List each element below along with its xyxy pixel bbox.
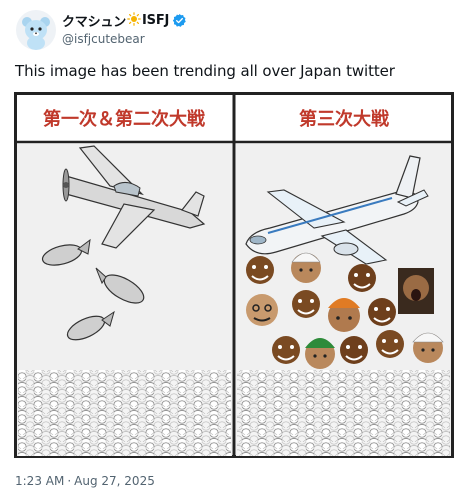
right-panel-title: 第三次大戦 bbox=[299, 108, 390, 130]
face-sticker-icon bbox=[340, 336, 368, 364]
author-handle[interactable]: @isfjcutebear bbox=[62, 32, 187, 46]
display-name[interactable]: クマシュン ISFJ bbox=[62, 11, 187, 30]
display-name-part: クマシュン bbox=[62, 14, 127, 30]
left-panel-title: 第一次＆第二次大戦 bbox=[43, 108, 206, 130]
crowd-illustration bbox=[18, 370, 231, 456]
separator-dot: · bbox=[67, 474, 72, 488]
face-sticker-icon bbox=[272, 336, 300, 364]
face-sticker-icon bbox=[348, 264, 376, 292]
face-sticker-icon bbox=[368, 298, 396, 326]
verified-check-icon bbox=[172, 13, 187, 28]
face-sticker-icon bbox=[376, 330, 404, 358]
tweet-image[interactable]: 第一次＆第二次大戦 第三次大戦 bbox=[14, 92, 454, 458]
display-name-part: ISFJ bbox=[142, 12, 170, 28]
face-sticker-icon bbox=[412, 332, 444, 363]
face-sticker-icon bbox=[246, 256, 274, 284]
author-block: クマシュン ISFJ @isfjcutebear bbox=[62, 11, 187, 46]
author-avatar[interactable] bbox=[16, 10, 56, 50]
face-sticker-icon bbox=[291, 252, 321, 283]
tweet-time: 1:23 AM bbox=[15, 474, 65, 488]
face-sticker-icon bbox=[328, 298, 360, 332]
tweet-date: Aug 27, 2025 bbox=[74, 474, 155, 488]
face-sticker-icon bbox=[292, 290, 320, 318]
bear-avatar-icon bbox=[16, 10, 56, 50]
face-sticker-icon bbox=[246, 294, 278, 326]
crowd-illustration bbox=[237, 370, 450, 456]
sun-icon bbox=[127, 11, 141, 30]
tweet-timestamp[interactable]: 1:23 AM · Aug 27, 2025 bbox=[15, 474, 155, 488]
face-sticker-icon bbox=[398, 268, 434, 314]
tweet-text: This image has been trending all over Ja… bbox=[15, 62, 395, 80]
